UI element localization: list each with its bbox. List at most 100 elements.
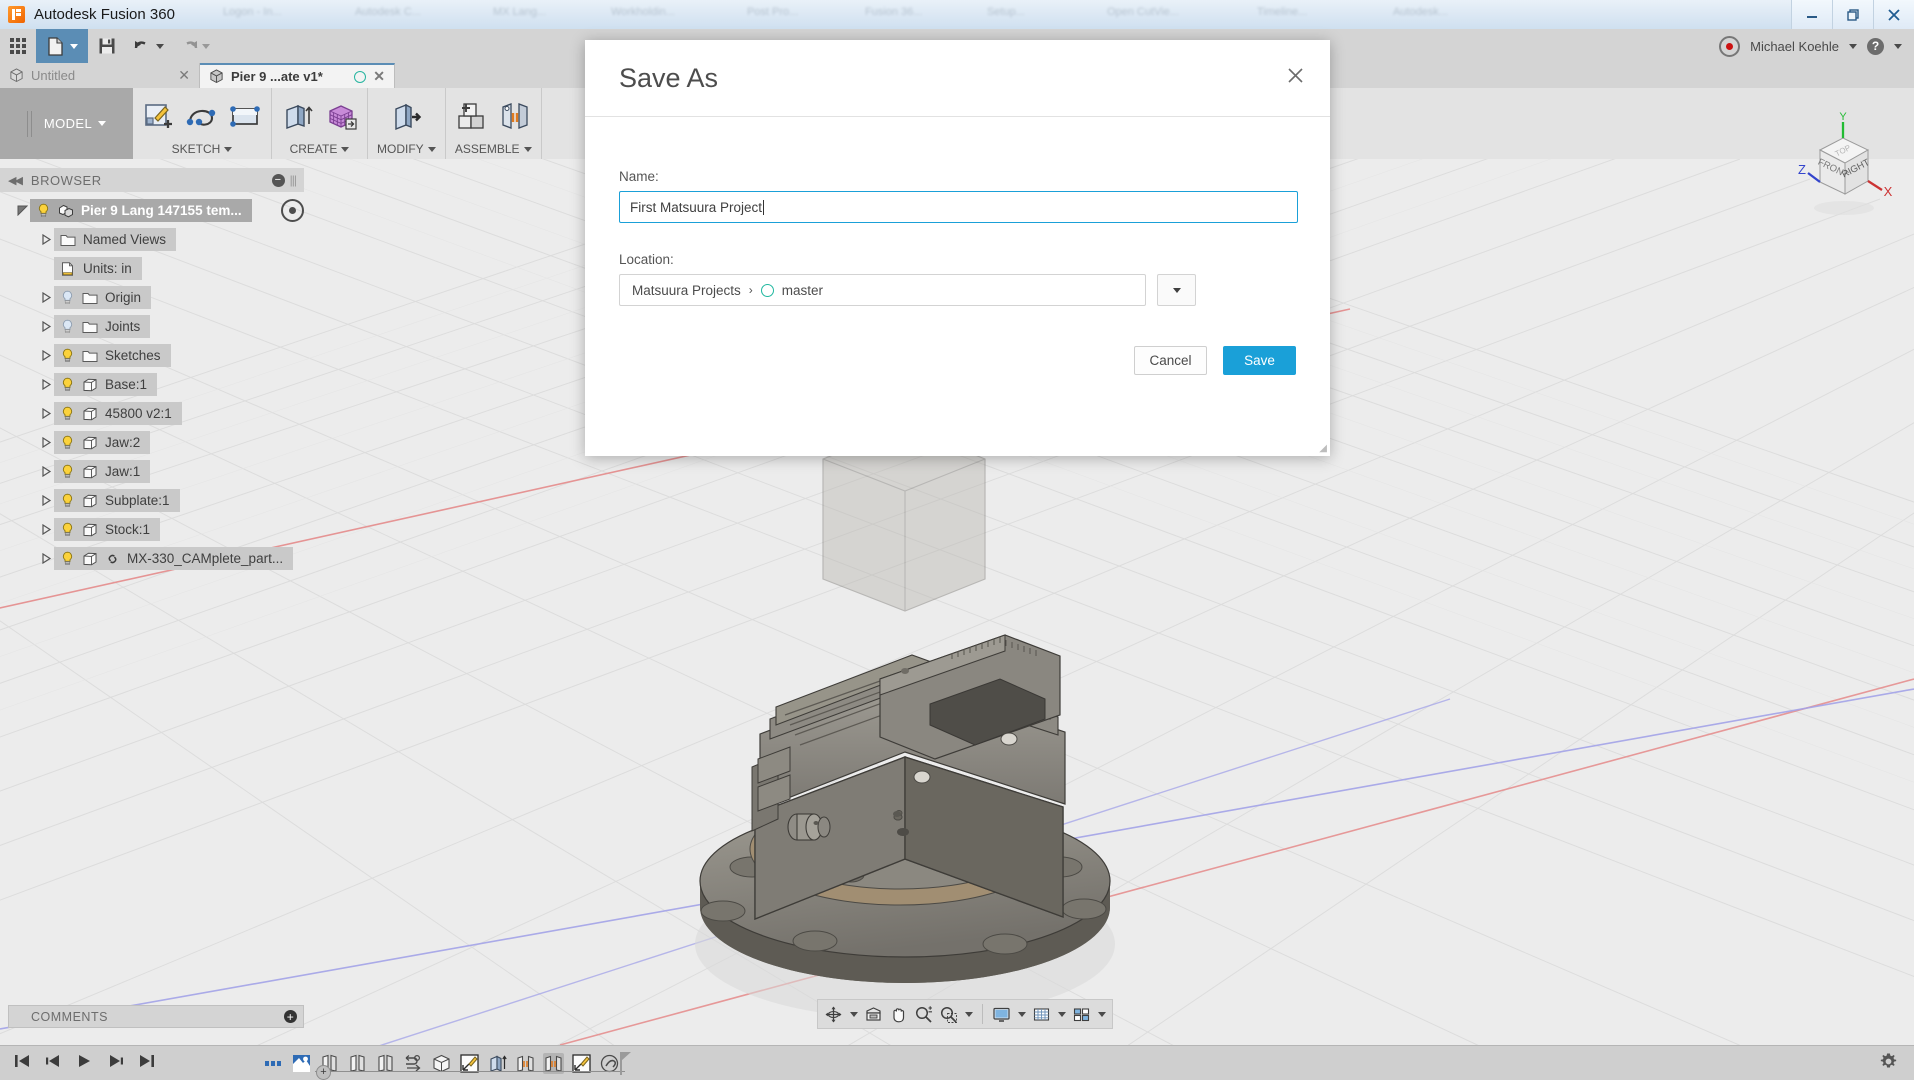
browser-item-label-wrap[interactable]: Jaw:2	[54, 431, 151, 454]
browser-item-label-wrap[interactable]: Origin	[54, 286, 152, 309]
viewports-dropdown-icon[interactable]	[1094, 1001, 1109, 1027]
browser-item-label-wrap[interactable]: Base:1	[54, 373, 158, 396]
chevron-down-icon[interactable]	[523, 146, 532, 152]
ribbon-group-label[interactable]: ASSEMBLE	[455, 142, 532, 156]
browser-item-label-wrap[interactable]: Sketches	[54, 344, 171, 367]
expander-collapsed-icon[interactable]	[38, 350, 54, 361]
browser-item-mx-330-camplete-part[interactable]: MX-330_CAMplete_part...	[0, 544, 304, 573]
browser-item-subplate-1[interactable]: Subplate:1	[0, 486, 304, 515]
extrude-icon[interactable]	[281, 100, 315, 134]
browser-item-units-in[interactable]: Units: in	[0, 254, 304, 283]
browser-item-label-wrap[interactable]: Pier 9 Lang 147155 tem...	[30, 199, 252, 222]
lightbulb-icon[interactable]	[60, 319, 75, 334]
timeline-track[interactable]	[315, 1071, 625, 1072]
location-input[interactable]: Matsuura Projects › master	[619, 274, 1146, 306]
browser-item-named-views[interactable]: Named Views	[0, 225, 304, 254]
joint-icon[interactable]	[498, 100, 532, 134]
expander-expanded-icon[interactable]	[14, 205, 30, 216]
step-forward-icon[interactable]	[107, 1053, 124, 1074]
create-sketch-icon[interactable]	[142, 100, 176, 134]
tab-close-icon[interactable]: ✕	[373, 68, 385, 85]
expander-collapsed-icon[interactable]	[38, 495, 54, 506]
close-button[interactable]	[1873, 0, 1914, 29]
help-icon[interactable]: ?	[1867, 37, 1884, 55]
tab-untitled[interactable]: Untitled ✕	[0, 63, 200, 88]
browser-item-label-wrap[interactable]: MX-330_CAMplete_part...	[54, 547, 294, 570]
look-at-icon[interactable]	[861, 1001, 886, 1027]
expander-collapsed-icon[interactable]	[38, 234, 54, 245]
name-input[interactable]: First Matsuura Project	[619, 191, 1298, 223]
grid-dropdown-icon[interactable]	[1054, 1001, 1069, 1027]
skip-end-icon[interactable]	[138, 1053, 155, 1074]
lightbulb-icon[interactable]	[60, 406, 75, 421]
rectangle-icon[interactable]	[228, 100, 262, 134]
user-menu-caret-icon[interactable]	[1849, 43, 1857, 49]
collapse-left-icon[interactable]: ◀◀	[8, 174, 23, 187]
viewports-icon[interactable]	[1069, 1001, 1094, 1027]
expander-collapsed-icon[interactable]	[38, 553, 54, 564]
ribbon-group-label[interactable]: CREATE	[290, 142, 350, 156]
zoom-icon[interactable]	[911, 1001, 936, 1027]
play-icon[interactable]	[76, 1053, 93, 1074]
skip-start-icon[interactable]	[14, 1053, 31, 1074]
expander-collapsed-icon[interactable]	[38, 408, 54, 419]
record-dot-icon[interactable]	[1719, 35, 1741, 57]
chevron-down-icon[interactable]	[427, 146, 436, 152]
user-name-label[interactable]: Michael Koehle	[1750, 39, 1839, 54]
redo-caret-icon[interactable]	[202, 43, 210, 49]
browser-item-label-wrap[interactable]: Named Views	[54, 228, 177, 251]
expander-collapsed-icon[interactable]	[38, 379, 54, 390]
undo-caret-icon[interactable]	[156, 43, 164, 49]
cancel-button[interactable]: Cancel	[1134, 346, 1207, 375]
chevron-down-icon[interactable]	[224, 146, 233, 152]
new-component-icon[interactable]	[455, 100, 489, 134]
spline-icon[interactable]	[185, 100, 219, 134]
browser-grip-icon[interactable]: |||	[290, 173, 297, 187]
comments-panel-header[interactable]: COMMENTS +	[8, 1005, 304, 1028]
minimize-button[interactable]	[1791, 0, 1832, 29]
lightbulb-icon[interactable]	[60, 522, 75, 537]
expander-collapsed-icon[interactable]	[38, 437, 54, 448]
gear-icon[interactable]	[1879, 1052, 1898, 1076]
expander-collapsed-icon[interactable]	[38, 524, 54, 535]
undo-arrow-icon[interactable]	[126, 29, 172, 63]
lightbulb-icon[interactable]	[60, 290, 75, 305]
browser-item-sketches[interactable]: Sketches	[0, 341, 304, 370]
expander-collapsed-icon[interactable]	[38, 292, 54, 303]
lightbulb-icon[interactable]	[60, 493, 75, 508]
browser-item-origin[interactable]: Origin	[0, 283, 304, 312]
dots-icon[interactable]	[263, 1053, 284, 1074]
orbit-dropdown-icon[interactable]	[846, 1001, 861, 1027]
browser-item-label-wrap[interactable]: Units: in	[54, 257, 142, 280]
grid-apps-icon[interactable]	[0, 29, 36, 63]
browser-item-label-wrap[interactable]: Stock:1	[54, 518, 161, 541]
browser-item-jaw-1[interactable]: Jaw:1	[0, 457, 304, 486]
minus-circle-icon[interactable]: −	[271, 173, 285, 187]
tab-pier9-template[interactable]: Pier 9 ...ate v1* ✕	[200, 63, 395, 88]
lightbulb-icon[interactable]	[60, 435, 75, 450]
location-dropdown-button[interactable]	[1157, 274, 1196, 306]
browser-item-45800-v2-1[interactable]: 45800 v2:1	[0, 399, 304, 428]
display-settings-icon[interactable]	[989, 1001, 1014, 1027]
ribbon-group-label[interactable]: SKETCH	[172, 142, 233, 156]
browser-item-label-wrap[interactable]: Joints	[54, 315, 151, 338]
ribbon-group-label[interactable]: MODIFY	[377, 142, 436, 156]
expander-collapsed-icon[interactable]	[38, 466, 54, 477]
restore-button[interactable]	[1832, 0, 1873, 29]
chevron-down-icon[interactable]	[341, 146, 350, 152]
redo-arrow-icon[interactable]	[172, 29, 218, 63]
lightbulb-icon[interactable]	[36, 203, 51, 218]
zoom-dropdown-icon[interactable]	[961, 1001, 976, 1027]
lightbulb-icon[interactable]	[60, 348, 75, 363]
browser-item-base-1[interactable]: Base:1	[0, 370, 304, 399]
tab-sync-ring-icon[interactable]	[354, 70, 367, 83]
zoom-window-icon[interactable]	[936, 1001, 961, 1027]
timeline[interactable]: +	[169, 1046, 649, 1080]
dialog-resize-grip[interactable]: ◢	[1319, 443, 1327, 454]
file-document-icon[interactable]	[36, 29, 88, 63]
orbit-icon[interactable]	[821, 1001, 846, 1027]
browser-item-pier-9-lang-147155-tem[interactable]: Pier 9 Lang 147155 tem...	[0, 196, 304, 225]
plus-circle-icon[interactable]: +	[284, 1010, 297, 1023]
tab-close-icon[interactable]: ✕	[178, 67, 190, 84]
move-copy-icon[interactable]	[291, 1053, 312, 1074]
